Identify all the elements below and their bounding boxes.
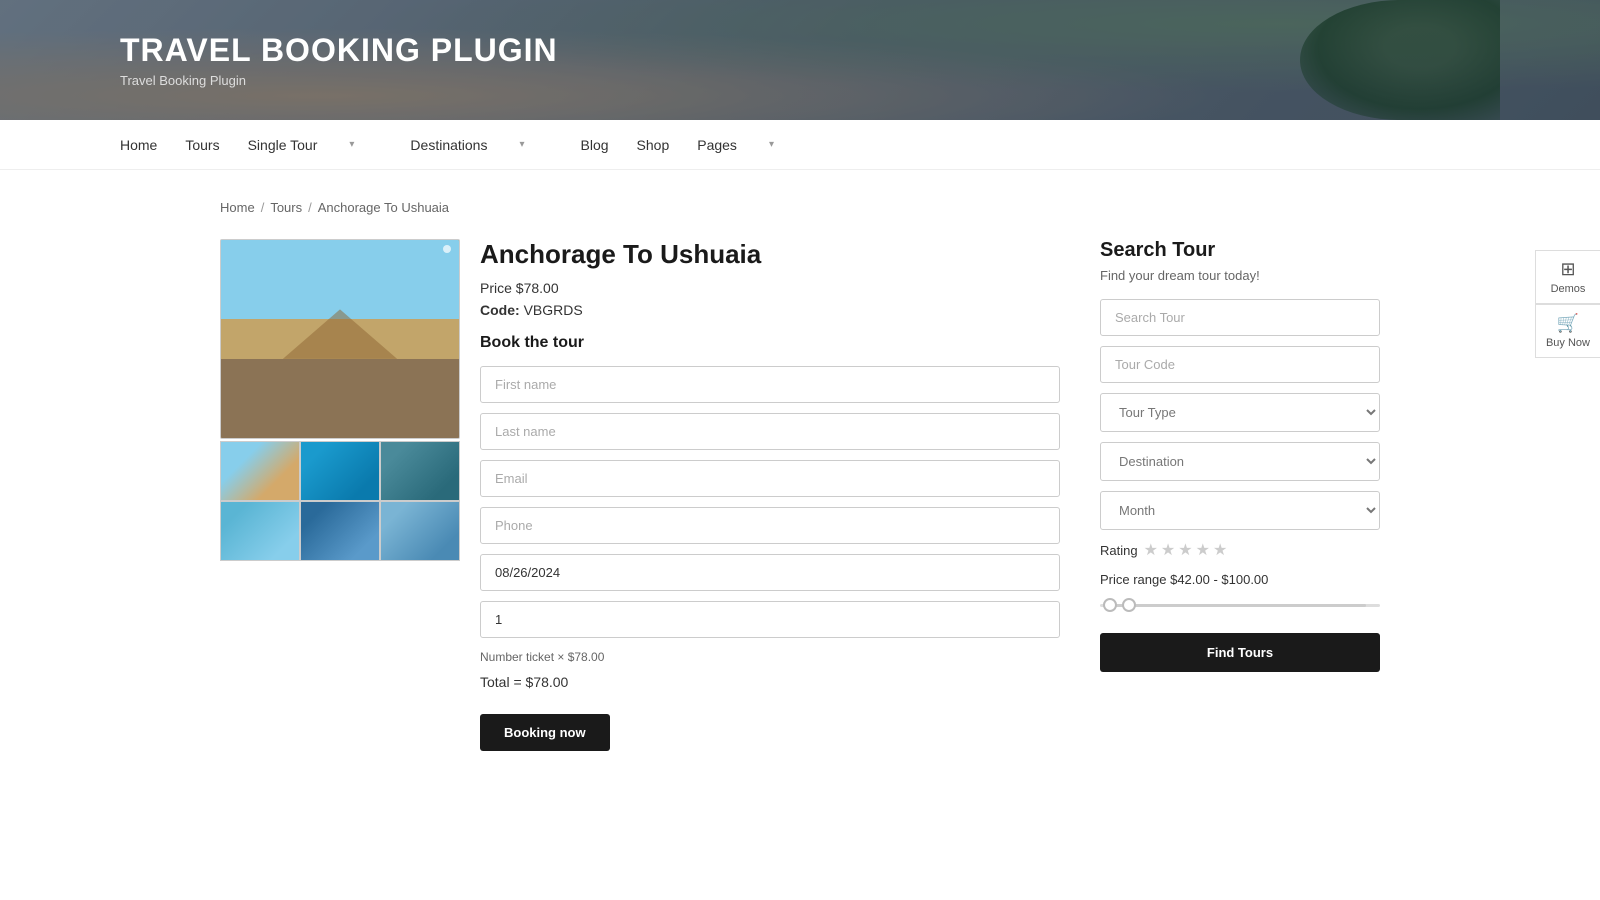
first-name-input[interactable] (480, 366, 1060, 403)
booking-now-button[interactable]: Booking now (480, 714, 610, 751)
breadcrumb: Home / Tours / Anchorage To Ushuaia (220, 200, 1380, 215)
search-panel-subtitle: Find your dream tour today! (1100, 268, 1380, 283)
main-content: Home / Tours / Anchorage To Ushuaia (200, 170, 1400, 811)
tour-type-select[interactable]: Tour Type Adventure Cultural Wildlife Be… (1100, 393, 1380, 432)
hero-title: TRAVEL BOOKING PLUGIN (120, 32, 558, 69)
tour-code-value: VBGRDS (524, 302, 583, 318)
star-3[interactable]: ★ (1178, 540, 1192, 560)
hero-plant-decoration (1300, 0, 1500, 120)
rating-label: Rating ★ ★ ★ ★ ★ (1100, 540, 1380, 560)
total-info: Total = $78.00 (480, 674, 1060, 690)
content-layout: Anchorage To Ushuaia Price $78.00 Code: … (220, 239, 1380, 751)
gallery-thumbnails (220, 441, 460, 561)
month-select[interactable]: Month JanuaryFebruaryMarch AprilMayJune … (1100, 491, 1380, 530)
slider-handle-right[interactable] (1122, 598, 1136, 612)
breadcrumb-home[interactable]: Home (220, 200, 255, 215)
star-rating[interactable]: ★ ★ ★ ★ ★ (1144, 540, 1228, 560)
star-5[interactable]: ★ (1213, 540, 1227, 560)
breadcrumb-current: Anchorage To Ushuaia (318, 200, 449, 215)
chevron-down-icon: ▾ (349, 139, 354, 150)
layers-icon: ⊞ (1560, 259, 1575, 280)
find-tours-button[interactable]: Find Tours (1100, 633, 1380, 672)
tour-title: Anchorage To Ushuaia (480, 239, 1060, 270)
tour-price: Price $78.00 (480, 280, 1060, 296)
destination-select[interactable]: Destination Alaska South America Europe … (1100, 442, 1380, 481)
nav-blog[interactable]: Blog (581, 137, 609, 153)
gallery-main-image[interactable] (220, 239, 460, 439)
ticket-info: Number ticket × $78.00 (480, 650, 1060, 664)
gallery-thumb-5[interactable] (300, 501, 380, 561)
gallery-thumb-4[interactable] (220, 501, 300, 561)
cart-icon: 🛒 (1557, 313, 1579, 334)
email-input[interactable] (480, 460, 1060, 497)
star-2[interactable]: ★ (1161, 540, 1175, 560)
chevron-down-icon: ▾ (519, 139, 524, 150)
gallery-thumb-3[interactable] (380, 441, 460, 501)
tour-code: Code: VBGRDS (480, 302, 1060, 318)
search-panel-title: Search Tour (1100, 239, 1380, 262)
price-range-label: Price range $42.00 - $100.00 (1100, 572, 1380, 587)
booking-form: Number ticket × $78.00 Total = $78.00 Bo… (480, 366, 1060, 751)
chevron-down-icon: ▾ (769, 139, 774, 150)
tour-gallery (220, 239, 460, 561)
main-navigation: Home Tours Single Tour ▾ Destinations ▾ … (0, 120, 1600, 170)
nav-pages[interactable]: Pages ▾ (697, 137, 802, 153)
hero-content: TRAVEL BOOKING PLUGIN Travel Booking Plu… (120, 32, 558, 88)
phone-input[interactable] (480, 507, 1060, 544)
search-panel: Search Tour Find your dream tour today! … (1100, 239, 1380, 672)
gallery-thumb-6[interactable] (380, 501, 460, 561)
ticket-count-input[interactable] (480, 601, 1060, 638)
tour-info: Anchorage To Ushuaia Price $78.00 Code: … (480, 239, 1060, 751)
demos-widget[interactable]: ⊞ Demos (1535, 250, 1600, 304)
date-input[interactable] (480, 554, 1060, 591)
star-4[interactable]: ★ (1196, 540, 1210, 560)
buy-now-widget[interactable]: 🛒 Buy Now (1535, 304, 1600, 358)
star-1[interactable]: ★ (1144, 540, 1158, 560)
hero-section: TRAVEL BOOKING PLUGIN Travel Booking Plu… (0, 0, 1600, 120)
tour-booking-layout: Anchorage To Ushuaia Price $78.00 Code: … (220, 239, 1060, 751)
last-name-input[interactable] (480, 413, 1060, 450)
tour-code-label: Code: (480, 302, 520, 318)
breadcrumb-separator: / (261, 200, 265, 215)
slider-track (1100, 604, 1380, 607)
nav-tours[interactable]: Tours (185, 137, 219, 153)
slider-handle-left[interactable] (1103, 598, 1117, 612)
tour-code-input[interactable] (1100, 346, 1380, 383)
tour-detail-section: Anchorage To Ushuaia Price $78.00 Code: … (220, 239, 1060, 751)
price-range-slider[interactable] (1100, 595, 1380, 615)
gallery-thumb-1[interactable] (220, 441, 300, 501)
breadcrumb-separator: / (308, 200, 312, 215)
search-tour-input[interactable] (1100, 299, 1380, 336)
main-tour-image (221, 240, 459, 438)
breadcrumb-tours[interactable]: Tours (270, 200, 302, 215)
nav-single-tour[interactable]: Single Tour ▾ (248, 137, 383, 153)
nav-destinations[interactable]: Destinations ▾ (410, 137, 552, 153)
slider-fill (1114, 604, 1366, 607)
book-tour-title: Book the tour (480, 334, 1060, 352)
nav-home[interactable]: Home (120, 137, 157, 153)
hero-subtitle: Travel Booking Plugin (120, 73, 558, 88)
gallery-thumb-2[interactable] (300, 441, 380, 501)
side-widgets: ⊞ Demos 🛒 Buy Now (1535, 250, 1600, 358)
nav-shop[interactable]: Shop (637, 137, 670, 153)
